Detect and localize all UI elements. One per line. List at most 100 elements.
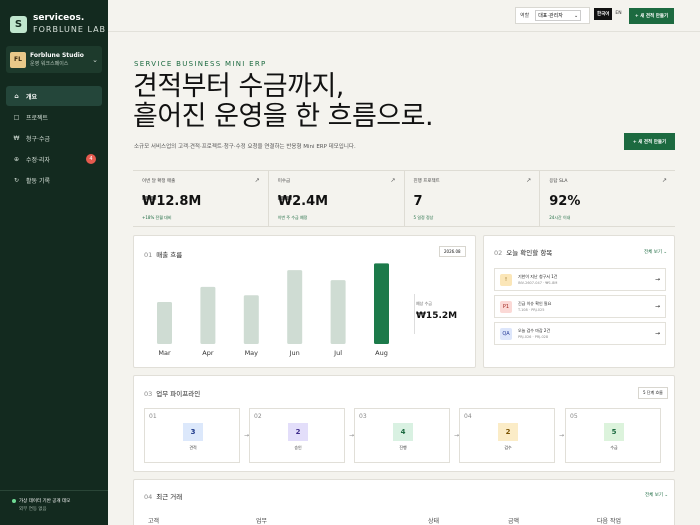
stage-count: 5 [604, 423, 624, 441]
todo-item[interactable]: ! 기한이 지난 청구서 1건 INV-2607-047 · ₩1.8M → [494, 268, 666, 291]
arrow-right-icon: → [654, 330, 660, 337]
sidebar-item-label: 청구·수금 [26, 135, 50, 143]
workspace-name: Forblune Studio [30, 51, 84, 59]
bar-mar[interactable] [157, 302, 172, 344]
kpi-value: ₩2.4M [277, 194, 329, 209]
card-title: 03 업무 파이프라인 [144, 388, 200, 398]
stage-label: 견적 [189, 445, 197, 450]
revenue-card: 01 매출 흐름 2026.08 Mar Apr May Jun Jul Aug 예상 수금… [133, 235, 476, 368]
new-quote-button[interactable]: + 새 견적 만들기 [629, 8, 674, 24]
pipeline-card: 03 업무 파이프라인 5 단계 흐름 01 3 견적 → 02 2 승인 → 0… [133, 375, 675, 472]
status-dot-icon [12, 499, 16, 503]
history-icon: ↻ [13, 176, 20, 184]
sidebar-item-requests[interactable]: ⊕ 수정·리자 4 [6, 149, 102, 169]
kpi-card[interactable]: 이번 달 확정 매출 ↗ ₩12.8M +18% 전월 대비 [133, 171, 269, 226]
bar-may[interactable] [243, 295, 259, 344]
kpi-value: ₩12.8M [142, 194, 202, 209]
card-title-text: 오늘 확인할 항목 [506, 249, 553, 257]
lang-en-button[interactable]: EN [612, 8, 624, 20]
todo-item[interactable]: QA 오늘 검수 마감 2건 PRJ-026 · PRJ-028 → [494, 322, 666, 345]
stage-count: 4 [393, 423, 413, 441]
kpi-card[interactable]: 진행 프로젝트 ↗ 7 5 일정 정상 [405, 171, 541, 226]
hero-description: 소규모 서비스업의 고객·견적·프로젝트·청구·수정 요청을 연결하는 반응형 … [134, 144, 356, 150]
sidebar-item-label: 수정·리자 [26, 156, 50, 164]
sidebar-item-billing[interactable]: ₩ 청구·수금 [6, 128, 102, 148]
sidebar: S serviceos. FORBLUNE LAB FL Forblune St… [0, 0, 108, 525]
view-all-link[interactable]: 전체 보기 ⌄ [645, 492, 668, 498]
bar-aug[interactable] [374, 263, 389, 344]
sidebar-item-label: 프로젝트 [26, 114, 49, 122]
sidebar-item-label: 활동 기록 [26, 177, 50, 185]
kpi-value: 7 [413, 194, 423, 209]
kpi-label: 이번 달 확정 매출 [142, 179, 176, 184]
column-header[interactable]: 다음 작업 [597, 516, 621, 525]
column-header[interactable]: 상태 [428, 516, 439, 525]
kpi-label: 응답 SLA [549, 179, 568, 184]
today-card: 02 오늘 확인할 항목 전체 보기 ⌄ ! 기한이 지난 청구서 1건 INV-… [483, 235, 675, 368]
stage-number: 03 [359, 413, 367, 420]
kpi-note: +18% 전월 대비 [142, 215, 172, 220]
role-label: 역할 [520, 13, 530, 19]
pipeline-stage[interactable]: 02 2 승인 [249, 408, 345, 463]
bar-jun[interactable] [287, 270, 303, 344]
bar-jul[interactable] [330, 280, 346, 344]
card-title-text: 업무 파이프라인 [156, 390, 201, 398]
stage-label: 검수 [504, 445, 512, 450]
hero-eyebrow: SERVICE BUSINESS MINI ERP [134, 60, 267, 68]
lang-ko-button[interactable]: 한국어 [594, 8, 613, 20]
brand-logo: S [10, 15, 27, 33]
sidebar-item-overview[interactable]: ⌂ 개요 [6, 86, 102, 106]
role-value: 대표·관리자 [538, 13, 563, 19]
workspace-switcher[interactable]: FL Forblune Studio 운영 워크스페이스 ⌄ [6, 46, 102, 73]
kpi-label: 진행 프로젝트 [413, 179, 440, 184]
card-number: 02 [494, 249, 503, 257]
kpi-note: 이번 주 수금 예정 [277, 215, 308, 220]
home-icon: ⌂ [14, 92, 19, 100]
sidebar-footer: 가상 데이터 기반 공개 데모 외부 연동 없음 [0, 490, 108, 512]
stage-count: 3 [183, 423, 203, 441]
kpi-label: 미수금 [277, 179, 291, 184]
page-title: 견적부터 수금까지, 흩어진 운영을 한 흐름으로. [133, 72, 434, 132]
won-icon: ₩ [13, 134, 20, 142]
hero-new-quote-button[interactable]: + 새 견적 만들기 [624, 133, 675, 150]
pipeline-stage[interactable]: 05 5 수금 [565, 408, 661, 463]
footer-sub: 외부 연동 없음 [19, 507, 47, 512]
arrow-up-right-icon: ↗ [526, 177, 532, 184]
title-line-2: 흩어진 운영을 한 흐름으로. [133, 101, 434, 132]
sidebar-item-activity[interactable]: ↻ 활동 기록 [6, 170, 102, 190]
sidebar-item-label: 개요 [26, 93, 38, 101]
divider [414, 294, 415, 334]
expected-collection: 예상 수금 ₩15.2M [416, 301, 457, 321]
metric-value: ₩15.2M [416, 311, 458, 321]
bar-apr[interactable] [200, 286, 216, 344]
card-title: 02 오늘 확인할 항목 [494, 247, 552, 257]
pipeline-stage[interactable]: 04 2 검수 [459, 408, 555, 463]
metric-label: 예상 수금 [416, 301, 432, 306]
pipeline-stage[interactable]: 01 3 견적 [144, 408, 240, 463]
count-badge: 4 [86, 154, 96, 164]
kpi-card[interactable]: 미수금 ↗ ₩2.4M 이번 주 수금 예정 [269, 171, 405, 226]
kpi-value: 92% [549, 194, 581, 209]
qa-badge: QA [500, 327, 512, 340]
kpi-note: 24시간 이내 [549, 215, 571, 220]
view-all-link[interactable]: 전체 보기 ⌄ [644, 249, 667, 255]
stage-count: 2 [288, 423, 308, 441]
column-header[interactable]: 업무 [256, 516, 267, 525]
brand[interactable]: S serviceos. FORBLUNE LAB [10, 13, 106, 35]
column-header[interactable]: 금액 [508, 516, 519, 525]
todo-item[interactable]: P1 긴급 이슈 확인 필요 T-108 · PRJ-025 → [494, 295, 666, 318]
role-select[interactable]: 대표·관리자 ⌄ [535, 10, 582, 21]
kpi-row: 이번 달 확정 매출 ↗ ₩12.8M +18% 전월 대비 미수금 ↗ ₩2.… [133, 170, 675, 227]
role-picker: 역할 대표·관리자 ⌄ [515, 7, 590, 24]
todo-meta: T-108 · PRJ-025 [518, 307, 545, 312]
kpi-card[interactable]: 응답 SLA ↗ 92% 24시간 이내 [540, 171, 675, 226]
stage-number: 02 [254, 413, 262, 420]
column-header[interactable]: 고객 [148, 516, 159, 525]
sidebar-item-projects[interactable]: □ 프로젝트 [6, 107, 102, 127]
pipeline-stage[interactable]: 03 4 진행 [354, 408, 450, 463]
todo-title: 기한이 지난 청구서 1건 [518, 273, 558, 279]
kpi-note: 5 일정 정상 [413, 215, 434, 220]
topbar: 역할 대표·관리자 ⌄ 한국어 EN + 새 견적 만들기 [108, 0, 700, 32]
card-number: 04 [144, 493, 153, 501]
folder-icon: □ [13, 113, 20, 121]
